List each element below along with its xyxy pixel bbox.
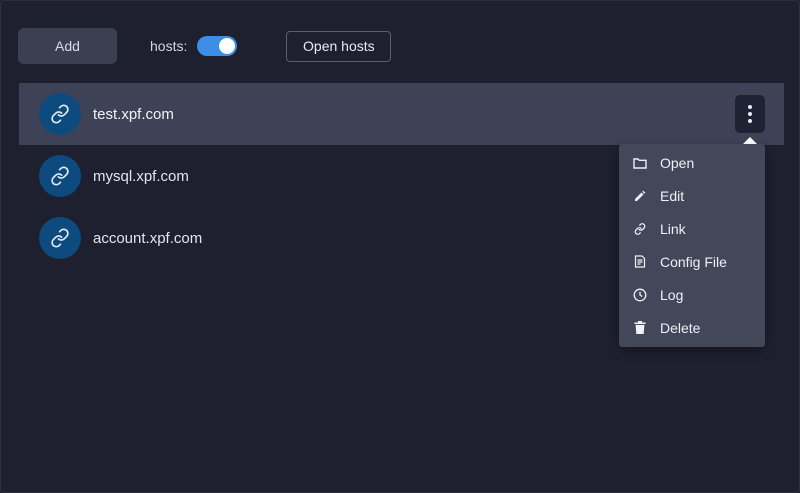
more-dot: [748, 119, 752, 123]
hosts-label: hosts:: [150, 38, 188, 54]
menu-caret: [743, 137, 757, 144]
host-row[interactable]: test.xpf.com: [19, 83, 784, 145]
host-name: account.xpf.com: [93, 229, 203, 247]
toolbar: Add hosts: Open hosts: [18, 28, 392, 64]
link-icon: [39, 155, 81, 197]
context-menu: Open Edit Link Config File Log Delete: [619, 144, 765, 347]
menu-item-edit[interactable]: Edit: [619, 179, 765, 212]
host-name: mysql.xpf.com: [93, 167, 189, 185]
more-dot: [748, 112, 752, 116]
menu-item-label: Log: [660, 286, 684, 303]
config-file-icon: [633, 255, 647, 269]
menu-item-log[interactable]: Log: [619, 278, 765, 311]
host-name: test.xpf.com: [93, 105, 174, 123]
menu-item-link[interactable]: Link: [619, 212, 765, 245]
clock-icon: [633, 288, 647, 302]
hosts-toggle[interactable]: [197, 36, 238, 56]
menu-item-label: Config File: [660, 253, 727, 270]
menu-item-open[interactable]: Open: [619, 146, 765, 179]
menu-item-label: Edit: [660, 187, 685, 204]
menu-item-label: Link: [660, 220, 686, 237]
menu-item-config-file[interactable]: Config File: [619, 245, 765, 278]
folder-icon: [633, 156, 647, 170]
more-options-button[interactable]: [735, 95, 765, 133]
menu-item-label: Open: [660, 154, 695, 171]
menu-item-delete[interactable]: Delete: [619, 311, 765, 344]
link-icon: [633, 222, 647, 236]
menu-item-label: Delete: [660, 319, 701, 336]
link-icon: [39, 93, 81, 135]
toggle-knob: [219, 38, 236, 54]
open-hosts-button[interactable]: Open hosts: [286, 30, 392, 62]
add-button[interactable]: Add: [18, 28, 117, 64]
link-icon: [39, 217, 81, 259]
pencil-icon: [633, 189, 647, 203]
more-dot: [748, 105, 752, 109]
trash-icon: [633, 321, 647, 335]
